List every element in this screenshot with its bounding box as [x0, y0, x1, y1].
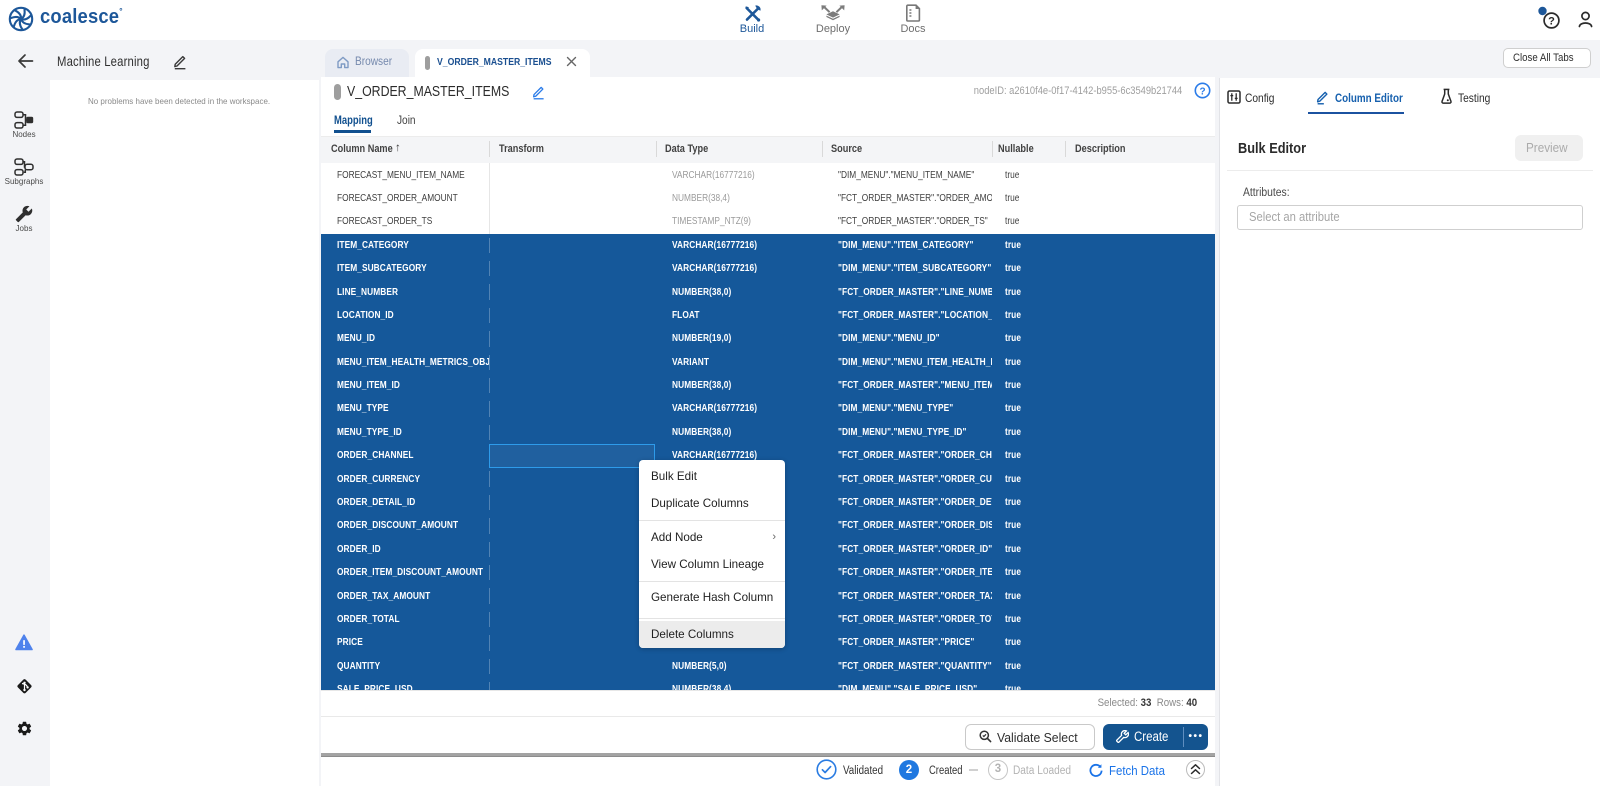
svg-text:?: ?: [1548, 16, 1555, 28]
svg-text:?: ?: [1199, 86, 1205, 97]
